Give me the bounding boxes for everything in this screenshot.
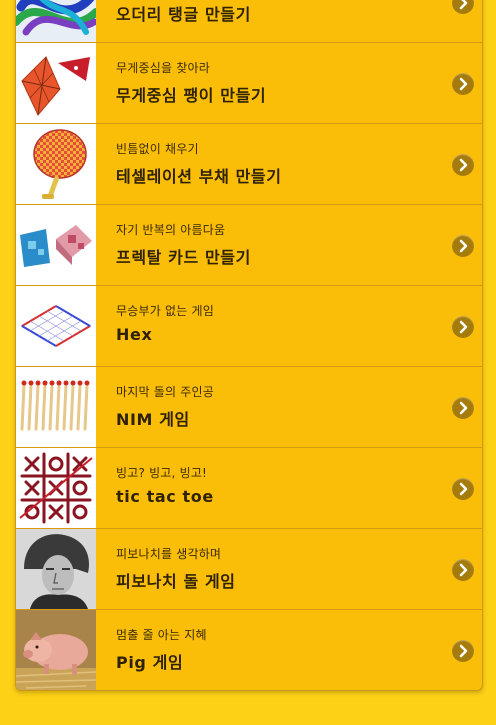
tangle-thumbnail — [16, 0, 96, 42]
fractal-card-thumbnail — [16, 205, 96, 285]
chevron-right-icon[interactable] — [452, 397, 474, 419]
list-item-nim[interactable]: 마지막 돌의 주인공 NIM 게임 — [16, 367, 482, 448]
item-subtitle: 피보나치를 생각하며 — [116, 547, 222, 561]
matchsticks-thumbnail — [16, 367, 96, 447]
item-title: 무게중심 팽이 만들기 — [116, 86, 267, 105]
item-subtitle: 빙고? 빙고, 빙고! — [116, 466, 208, 480]
list-item-tangle[interactable]: 오더리 탱글 만들기 — [16, 0, 482, 43]
item-title: 오더리 탱글 만들기 — [116, 5, 251, 24]
list-item-fractal-card[interactable]: 자기 반복의 아름다움 프렉탈 카드 만들기 — [16, 205, 482, 286]
item-subtitle: 빈틈없이 채우기 — [116, 142, 199, 156]
item-subtitle: 자기 반복의 아름다움 — [116, 223, 226, 237]
chevron-right-icon[interactable] — [452, 316, 474, 338]
list-item-hex[interactable]: 무승부가 없는 게임 Hex — [16, 286, 482, 367]
item-title: 테셀레이션 부채 만들기 — [116, 167, 282, 186]
chevron-right-icon[interactable] — [452, 559, 474, 581]
item-subtitle: 멈출 줄 아는 지혜 — [116, 628, 207, 642]
fibonacci-portrait-thumbnail — [16, 529, 96, 609]
chevron-right-icon[interactable] — [452, 154, 474, 176]
list-item-tessellation-fan[interactable]: 빈틈없이 채우기 테셀레이션 부채 만들기 — [16, 124, 482, 205]
chevron-right-icon[interactable] — [452, 478, 474, 500]
item-subtitle: 무승부가 없는 게임 — [116, 304, 214, 318]
list-item-center-of-mass-top[interactable]: 무게중심을 찾아라 무게중심 팽이 만들기 — [16, 43, 482, 124]
list-item-tic-tac-toe[interactable]: 빙고? 빙고, 빙고! tic tac toe — [16, 448, 482, 529]
item-title: 프렉탈 카드 만들기 — [116, 248, 251, 267]
chevron-right-icon[interactable] — [452, 640, 474, 662]
chevron-right-icon[interactable] — [452, 235, 474, 257]
chevron-right-icon[interactable] — [452, 73, 474, 95]
hex-board-thumbnail — [16, 286, 96, 366]
pig-thumbnail — [16, 610, 96, 690]
item-title: NIM 게임 — [116, 410, 190, 429]
item-title: tic tac toe — [116, 487, 214, 506]
fan-thumbnail — [16, 124, 96, 204]
item-subtitle: 무게중심을 찾아라 — [116, 61, 210, 75]
item-title: Hex — [116, 325, 153, 344]
activity-list: 오더리 탱글 만들기 무게중심을 찾아라 무게중심 팽이 만들기 빈틈없이 채우… — [15, 0, 483, 691]
list-item-fibonacci-stone-game[interactable]: 피보나치를 생각하며 피보나치 돌 게임 — [16, 529, 482, 610]
item-title: 피보나치 돌 게임 — [116, 572, 236, 591]
kite-thumbnail — [16, 43, 96, 123]
tic-tac-toe-thumbnail — [16, 448, 96, 528]
chevron-right-icon[interactable] — [452, 0, 474, 14]
item-subtitle: 마지막 돌의 주인공 — [116, 385, 214, 399]
list-item-pig-game[interactable]: 멈출 줄 아는 지혜 Pig 게임 — [16, 610, 482, 690]
item-title: Pig 게임 — [116, 653, 184, 672]
